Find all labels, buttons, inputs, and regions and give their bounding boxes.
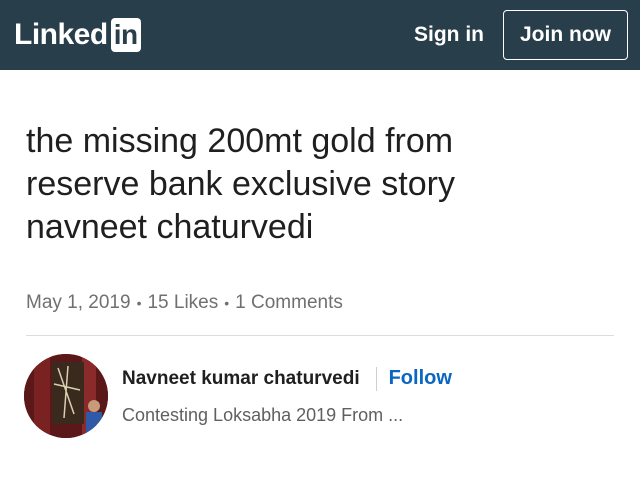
top-bar: Linked in Sign in Join now xyxy=(0,0,640,70)
author-headline: Contesting Loksabha 2019 From ... xyxy=(122,404,404,425)
avatar[interactable] xyxy=(24,354,108,438)
vertical-divider xyxy=(375,366,377,391)
name-row: Navneet kumar chaturvedi Follow xyxy=(122,366,452,391)
article-title: the missing 200mt gold from reserve bank… xyxy=(26,120,586,249)
article-meta: May 1, 2019 • 15 Likes • 1 Comments xyxy=(26,292,640,314)
sign-in-link[interactable]: Sign in xyxy=(414,23,484,47)
join-now-button[interactable]: Join now xyxy=(503,10,628,60)
avatar-photo xyxy=(24,354,108,438)
separator-dot: • xyxy=(136,295,142,311)
title-line: the missing 200mt gold from xyxy=(26,122,454,160)
divider xyxy=(26,335,614,336)
author-card: Navneet kumar chaturvedi Follow Contesti… xyxy=(24,354,640,438)
likes-count[interactable]: 15 Likes xyxy=(147,292,218,314)
separator-dot: • xyxy=(224,295,230,311)
title-line: reserve bank exclusive story xyxy=(26,165,455,203)
follow-button[interactable]: Follow xyxy=(389,367,452,390)
logo-badge: in xyxy=(110,18,141,52)
linkedin-logo[interactable]: Linked in xyxy=(14,18,141,52)
title-line: navneet chaturvedi xyxy=(26,208,314,246)
author-info: Navneet kumar chaturvedi Follow Contesti… xyxy=(122,366,452,426)
author-name[interactable]: Navneet kumar chaturvedi xyxy=(122,368,360,390)
logo-text: Linked xyxy=(14,18,108,51)
publish-date: May 1, 2019 xyxy=(26,292,131,313)
comments-count[interactable]: 1 Comments xyxy=(235,292,343,314)
